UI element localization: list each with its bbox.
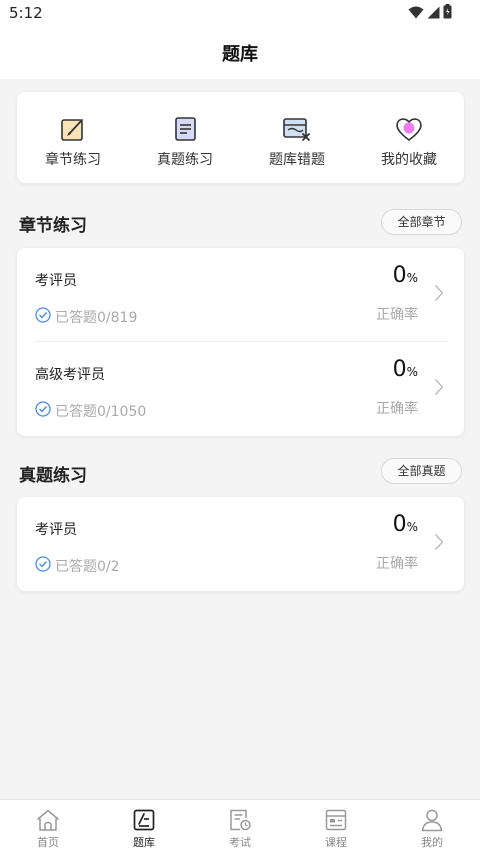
item-name: 考评员 [35, 522, 77, 538]
list-item[interactable]: 考评员 已答题0/2 0% 正确率 [17, 497, 464, 591]
accuracy-label: 正确率 [376, 556, 418, 572]
accuracy-percent: 0% [393, 512, 418, 537]
status-icons [408, 3, 452, 23]
all-chapters-button[interactable]: 全部章节 [381, 209, 462, 235]
item-progress: 已答题0/1050 [35, 401, 147, 421]
accuracy-percent: 0% [393, 357, 418, 382]
status-bar: 5:12 [0, 0, 480, 28]
exam-icon [227, 807, 253, 833]
accuracy-unit: % [406, 365, 418, 379]
progress-text: 已答题0/2 [55, 559, 120, 575]
nav-label: 首页 [37, 836, 59, 849]
real-practice-card: 考评员 已答题0/2 0% 正确率 [17, 497, 464, 591]
quick-link-label: 题库错题 [269, 152, 325, 168]
chevron-right-icon [434, 378, 444, 400]
bottom-nav: 首页 题库 考试 课程 我的 [0, 799, 480, 853]
quick-link-label: 章节练习 [45, 152, 101, 168]
nav-label: 我的 [421, 836, 443, 849]
progress-text: 已答题0/1050 [55, 404, 147, 420]
profile-icon [419, 807, 445, 833]
accuracy-unit: % [406, 520, 418, 534]
accuracy-value: 0 [392, 263, 407, 288]
quick-link-chapter-practice[interactable]: 章节练习 [17, 92, 129, 183]
nav-home[interactable]: 首页 [0, 800, 96, 853]
accuracy-label: 正确率 [376, 307, 418, 323]
page-title: 题库 [222, 44, 258, 65]
progress-text: 已答题0/819 [55, 310, 138, 326]
check-circle-icon [35, 307, 51, 327]
wrong-answers-icon [281, 115, 313, 143]
quick-links-card: 章节练习 真题练习 题库错题 我的收藏 [17, 92, 464, 183]
item-progress: 已答题0/2 [35, 556, 120, 576]
item-progress: 已答题0/819 [35, 307, 138, 327]
item-name: 高级考评员 [35, 367, 105, 383]
nav-label: 题库 [133, 836, 155, 849]
chevron-right-icon [434, 533, 444, 555]
heart-favorite-icon [393, 115, 425, 143]
list-item[interactable]: 考评员 已答题0/819 0% 正确率 [17, 248, 464, 342]
nav-profile[interactable]: 我的 [384, 800, 480, 853]
accuracy-value: 0 [392, 512, 407, 537]
nav-exam[interactable]: 考试 [192, 800, 288, 853]
status-time: 5:12 [9, 4, 43, 22]
accuracy-label: 正确率 [376, 401, 418, 417]
signal-icon [427, 4, 440, 23]
check-circle-icon [35, 556, 51, 576]
wifi-icon [408, 4, 424, 23]
quick-link-wrong-answers[interactable]: 题库错题 [241, 92, 353, 183]
quick-link-favorites[interactable]: 我的收藏 [353, 92, 465, 183]
nav-course[interactable]: 课程 [288, 800, 384, 853]
check-circle-icon [35, 401, 51, 421]
quick-link-label: 真题练习 [157, 152, 213, 168]
question-bank-icon [131, 807, 157, 833]
nav-question-bank[interactable]: 题库 [96, 800, 192, 853]
quick-link-label: 我的收藏 [381, 152, 437, 168]
chapter-section-title: 章节练习 [19, 216, 87, 236]
all-real-exams-button[interactable]: 全部真题 [381, 458, 462, 484]
course-icon [323, 807, 349, 833]
list-item[interactable]: 高级考评员 已答题0/1050 0% 正确率 [17, 342, 464, 436]
accuracy-unit: % [406, 271, 418, 285]
chevron-right-icon [434, 284, 444, 306]
top-area: 5:12 题库 [0, 0, 480, 79]
chapter-practice-card: 考评员 已答题0/819 0% 正确率 高级考评员 已答题0/1050 0% 正… [17, 248, 464, 436]
item-name: 考评员 [35, 273, 77, 289]
battery-icon [443, 3, 452, 23]
real-section-title: 真题练习 [19, 466, 87, 486]
chapter-edit-icon [57, 115, 89, 143]
nav-label: 考试 [229, 836, 251, 849]
nav-label: 课程 [325, 836, 347, 849]
accuracy-value: 0 [392, 357, 407, 382]
home-icon [35, 807, 61, 833]
quick-link-real-practice[interactable]: 真题练习 [129, 92, 241, 183]
accuracy-percent: 0% [393, 263, 418, 288]
paper-document-icon [169, 115, 201, 143]
